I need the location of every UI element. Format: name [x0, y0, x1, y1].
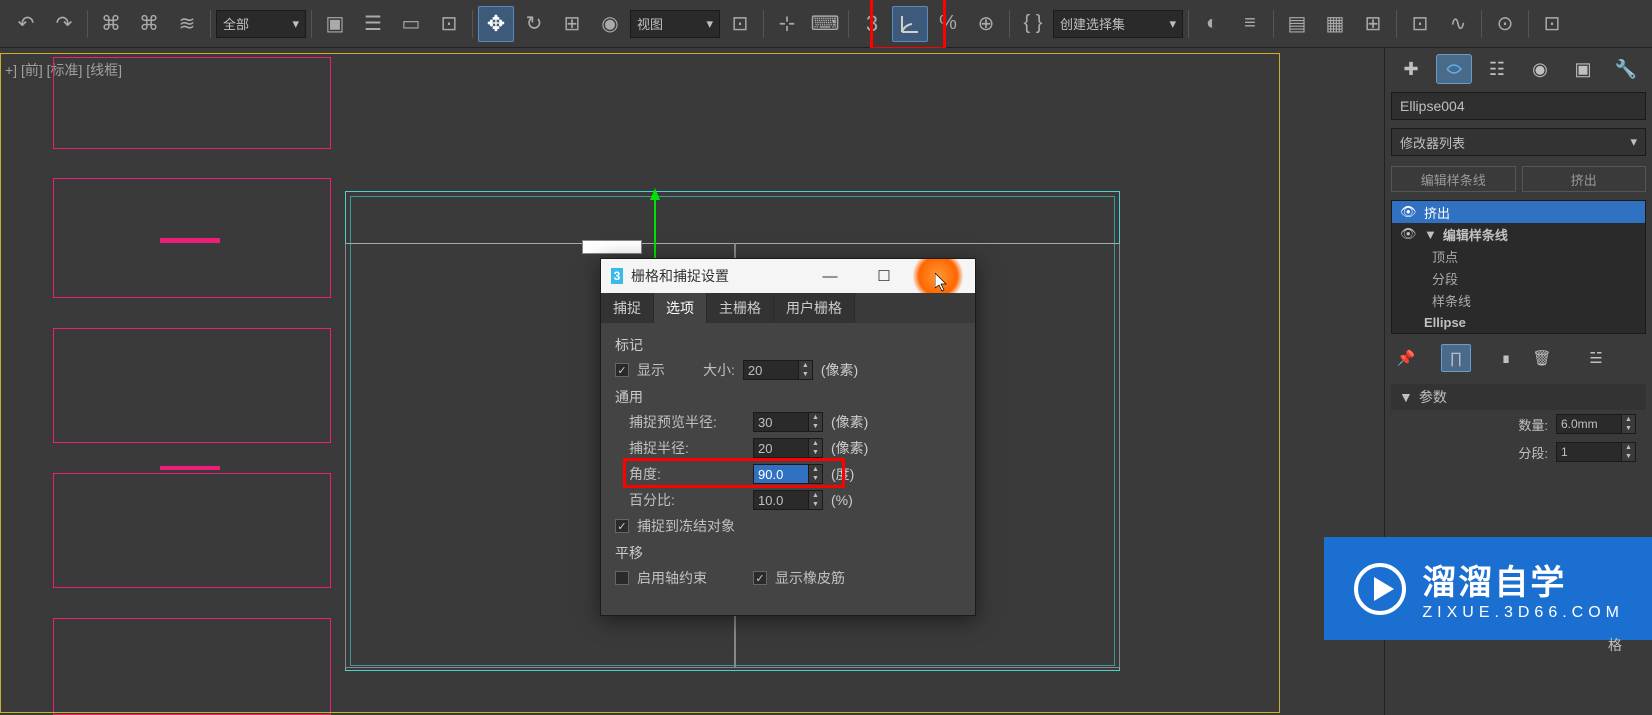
- schematic-button[interactable]: ∿: [1440, 6, 1476, 42]
- stack-segment[interactable]: 分段: [1392, 267, 1645, 289]
- scene-explorer-button[interactable]: ▦: [1317, 6, 1353, 42]
- select-name-button[interactable]: ☰: [355, 6, 391, 42]
- command-panel-tabs: ✚ ☷ ◉ ▣ 🔧: [1391, 54, 1646, 84]
- segments-spinner[interactable]: ▲▼: [1556, 442, 1636, 462]
- tab-modify[interactable]: [1436, 54, 1472, 84]
- configure-sets-button[interactable]: ☱: [1581, 344, 1611, 372]
- grid-snap-settings-dialog: 3 栅格和捕捉设置 — ☐ 捕捉 选项 主栅格 用户栅格 标记 ✓ 显示 大小:…: [600, 258, 976, 616]
- named-sel-dropdown[interactable]: 创建选择集▾: [1053, 10, 1183, 38]
- modifier-list-dropdown[interactable]: 修改器列表▾: [1391, 128, 1646, 156]
- tab-create[interactable]: ✚: [1393, 54, 1429, 84]
- stack-edit-spline[interactable]: 👁 ▼ 编辑样条线: [1392, 223, 1645, 245]
- scale-button[interactable]: ⊞: [554, 6, 590, 42]
- percent-snap-button[interactable]: %: [930, 6, 966, 42]
- main-toolbar: ↶ ↷ ⌘ ⌘ ≋ 全部▾ ▣ ☰ ▭ ⊡ ✥ ↻ ⊞ ◉ 视图▾ ⊡ ⊹ ⌨ …: [0, 0, 1652, 48]
- grid-bottom-label: 格: [1608, 635, 1622, 655]
- angle-spinner[interactable]: ▲▼: [753, 464, 823, 484]
- show-marker-checkbox[interactable]: ✓: [615, 363, 629, 377]
- spinner-snap-button[interactable]: ⊕: [968, 6, 1004, 42]
- object-name-input[interactable]: [1391, 92, 1646, 120]
- dialog-icon: 3: [611, 268, 623, 284]
- preview-radius-spinner[interactable]: ▲▼: [753, 412, 823, 432]
- eye-icon[interactable]: 👁: [1400, 204, 1418, 220]
- tab-hierarchy[interactable]: ☷: [1479, 54, 1515, 84]
- redo-button[interactable]: ↷: [46, 6, 82, 42]
- amount-label: 数量:: [1518, 415, 1548, 434]
- snap-radius-spinner[interactable]: ▲▼: [753, 438, 823, 458]
- manipulate-button[interactable]: ⊹: [769, 6, 805, 42]
- select-region-button[interactable]: ▭: [393, 6, 429, 42]
- angle-snap-icon: [898, 12, 922, 36]
- dialog-titlebar[interactable]: 3 栅格和捕捉设置 — ☐: [601, 259, 975, 293]
- ribbon-button[interactable]: ⊞: [1355, 6, 1391, 42]
- watermark: 溜溜自学 ZIXUE.3D66.COM: [1324, 537, 1652, 640]
- snap-toggle-button[interactable]: 3: [854, 6, 890, 42]
- tab-utilities[interactable]: 🔧: [1608, 54, 1644, 84]
- snap-frozen-checkbox[interactable]: ✓: [615, 519, 629, 533]
- segments-row: 分段: ▲▼: [1391, 438, 1646, 466]
- stack-extrude[interactable]: 👁 挤出: [1392, 201, 1645, 223]
- percent-spinner[interactable]: ▲▼: [753, 490, 823, 510]
- mirror-button[interactable]: ◐: [1194, 6, 1230, 42]
- render-setup-button[interactable]: ⊡: [1534, 6, 1570, 42]
- curve-editor-button[interactable]: ⊡: [1402, 6, 1438, 42]
- bind-button[interactable]: ≋: [169, 6, 205, 42]
- extrude-button[interactable]: 挤出: [1522, 166, 1647, 192]
- tab-main-grid[interactable]: 主栅格: [707, 293, 774, 323]
- ref-coord-dropdown[interactable]: 视图▾: [630, 10, 720, 38]
- gizmo-handle: [582, 240, 642, 254]
- modifier-stack[interactable]: 👁 挤出 👁 ▼ 编辑样条线 顶点 分段 样条线 Ellipse: [1391, 200, 1646, 334]
- amount-row: 数量: ▲▼: [1391, 410, 1646, 438]
- material-editor-button[interactable]: ⊙: [1487, 6, 1523, 42]
- remove-modifier-button[interactable]: 🗑: [1527, 344, 1557, 372]
- stack-ellipse[interactable]: Ellipse: [1392, 311, 1645, 333]
- align-button[interactable]: ≡: [1232, 6, 1268, 42]
- keyboard-button[interactable]: ⌨: [807, 6, 843, 42]
- axis-constraint-checkbox[interactable]: [615, 571, 629, 585]
- tab-display[interactable]: ▣: [1565, 54, 1601, 84]
- tab-snap[interactable]: 捕捉: [601, 293, 654, 323]
- link-button[interactable]: ⌘: [93, 6, 129, 42]
- dialog-title: 栅格和捕捉设置: [631, 266, 729, 286]
- rotate-button[interactable]: ↻: [516, 6, 552, 42]
- stack-toolbar: 📌 ∏ ∎ 🗑 ☱: [1391, 344, 1646, 372]
- params-rollout-header[interactable]: ▼参数: [1391, 384, 1646, 410]
- translate-group-label: 平移: [615, 543, 961, 563]
- segments-label: 分段:: [1518, 443, 1548, 462]
- move-button[interactable]: ✥: [478, 6, 514, 42]
- unlink-button[interactable]: ⌘: [131, 6, 167, 42]
- pin-stack-button[interactable]: 📌: [1391, 344, 1421, 372]
- tab-user-grid[interactable]: 用户栅格: [774, 293, 855, 323]
- placement-button[interactable]: ◉: [592, 6, 628, 42]
- modify-icon: [1444, 59, 1464, 79]
- maximize-button[interactable]: ☐: [857, 259, 911, 293]
- rubber-band-checkbox[interactable]: ✓: [753, 571, 767, 585]
- amount-spinner[interactable]: ▲▼: [1556, 414, 1636, 434]
- eye-icon[interactable]: 👁: [1400, 226, 1418, 242]
- general-group-label: 通用: [615, 387, 961, 407]
- make-unique-button[interactable]: ∎: [1491, 344, 1521, 372]
- edit-spline-button[interactable]: 编辑样条线: [1391, 166, 1516, 192]
- play-icon: [1352, 561, 1408, 617]
- filter-dropdown[interactable]: 全部▾: [216, 10, 306, 38]
- select-object-button[interactable]: ▣: [317, 6, 353, 42]
- marker-size-spinner[interactable]: ▲▼: [743, 360, 813, 380]
- dialog-tabs: 捕捉 选项 主栅格 用户栅格: [601, 293, 975, 323]
- tab-options[interactable]: 选项: [654, 293, 707, 323]
- pivot-button[interactable]: ⊡: [722, 6, 758, 42]
- angle-snap-button[interactable]: [892, 6, 928, 42]
- show-end-result-button[interactable]: ∏: [1441, 344, 1471, 372]
- minimize-button[interactable]: —: [803, 259, 857, 293]
- undo-button[interactable]: ↶: [8, 6, 44, 42]
- dialog-body: 标记 ✓ 显示 大小: ▲▼ (像素) 通用 捕捉预览半径: ▲▼ (像素) 捕…: [601, 323, 975, 615]
- layer-button[interactable]: ▤: [1279, 6, 1315, 42]
- stack-vertex[interactable]: 顶点: [1392, 245, 1645, 267]
- tab-motion[interactable]: ◉: [1522, 54, 1558, 84]
- window-crossing-button[interactable]: ⊡: [431, 6, 467, 42]
- close-button[interactable]: [911, 259, 965, 293]
- cursor-icon: [935, 273, 949, 293]
- edit-named-sel-button[interactable]: { }: [1015, 6, 1051, 42]
- marker-group-label: 标记: [615, 335, 961, 355]
- stack-spline[interactable]: 样条线: [1392, 289, 1645, 311]
